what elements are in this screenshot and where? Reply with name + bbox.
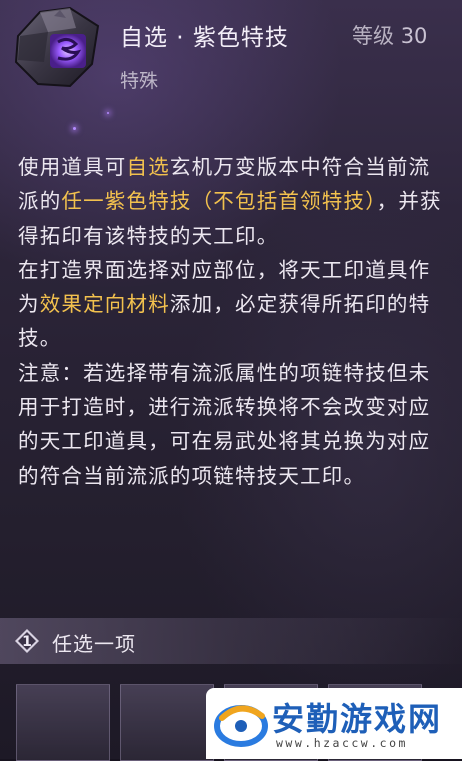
number-badge-icon: 1 [15,629,39,653]
choice-header: 1 任选一项 [0,618,462,664]
desc-highlight: 任一紫色特技（不包括首领特技） [61,189,377,214]
description-note: 注意：若选择带有流派属性的项链特技但未用于打造时，进行流派转换将不会改变对应的天… [18,360,431,488]
item-category: 特殊 [120,70,159,92]
item-level: 等级 30 [352,20,427,50]
sparkle-decoration [73,127,76,130]
item-description: 使用道具可自选玄机万变版本中符合当前流派的任一紫色特技（不包括首领特技），并获得… [18,150,446,493]
item-title: 自选 · 紫色特技 [120,25,289,51]
reward-slot[interactable] [120,684,214,761]
watermark-url: www.hzaccw.com [276,736,408,750]
desc-highlight: 自选 [126,155,170,179]
site-watermark: 安勤游戏网 www.hzaccw.com [206,688,462,759]
watermark-name: 安勤游戏网 [272,700,443,738]
item-tooltip-panel: 自选 · 紫色特技 等级 30 特殊 使用道具可自选玄机万变版本中符合当前流派的… [0,0,462,761]
sparkle-decoration [107,112,109,114]
desc-text: 使用道具可 [18,155,127,179]
level-label: 等级 [352,24,394,48]
description-paragraph-1: 使用道具可自选玄机万变版本中符合当前流派的任一紫色特技（不包括首领特技），并获得… [18,150,446,253]
reward-slot[interactable] [16,684,110,761]
watermark-logo-icon [214,705,268,747]
desc-highlight: 效果定向材料 [39,292,170,317]
choice-number: 1 [22,634,32,650]
item-icon [14,6,100,88]
level-value: 30 [400,24,428,48]
choice-label: 任选一项 [52,632,136,656]
description-paragraph-2: 在打造界面选择对应部位，将天工印道具作为效果定向材料添加，必定获得所拓印的特技。 [18,253,446,356]
